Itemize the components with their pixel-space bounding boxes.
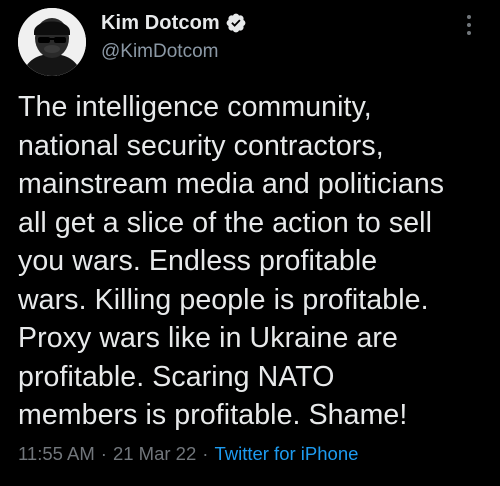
avatar[interactable] [18,8,86,76]
more-dot [467,15,471,19]
more-dot [467,31,471,35]
avatar-image [18,8,86,76]
tweet-text: The intelligence community, national sec… [18,91,445,431]
tweet-source-link[interactable]: Twitter for iPhone [214,443,358,465]
verified-badge-icon [225,12,247,34]
tweet-date[interactable]: 21 Mar 22 [113,443,196,465]
tweet-card: Kim Dotcom @KimDotcom The intelligence c… [0,0,500,486]
tweet-meta: 11:55 AM · 21 Mar 22 · Twitter for iPhon… [18,443,358,465]
meta-separator: · [100,443,107,464]
tweet-time[interactable]: 11:55 AM [18,443,95,465]
author-handle[interactable]: @KimDotcom [101,41,218,63]
author-display-name[interactable]: Kim Dotcom [101,12,220,35]
more-options-icon[interactable] [460,12,478,38]
meta-separator: · [202,443,209,464]
more-dot [467,23,471,27]
author-name-row: Kim Dotcom [101,10,247,36]
